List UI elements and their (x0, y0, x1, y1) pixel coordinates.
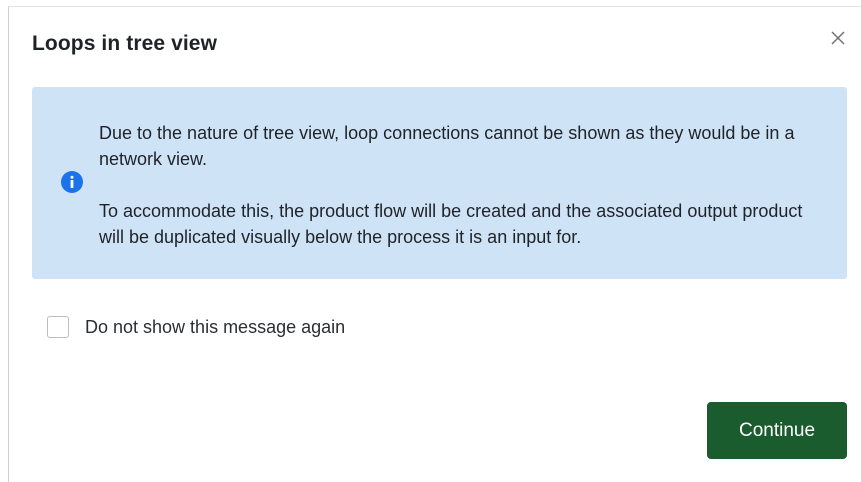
close-button[interactable] (827, 27, 849, 49)
loops-dialog: Loops in tree view Due to the nature of … (8, 6, 861, 482)
dont-show-again-option[interactable]: Do not show this message again (47, 316, 345, 338)
dialog-title: Loops in tree view (32, 32, 218, 55)
info-message: Due to the nature of tree view, loop con… (99, 120, 829, 250)
info-icon (61, 171, 83, 193)
continue-button[interactable]: Continue (707, 402, 847, 459)
close-icon[interactable] (827, 27, 849, 49)
info-paragraph-2: To accommodate this, the product flow wi… (99, 201, 803, 247)
info-paragraph-1: Due to the nature of tree view, loop con… (99, 123, 795, 169)
dont-show-again-checkbox[interactable] (47, 316, 69, 338)
dont-show-again-label[interactable]: Do not show this message again (85, 317, 345, 338)
info-notification: Due to the nature of tree view, loop con… (32, 87, 847, 279)
